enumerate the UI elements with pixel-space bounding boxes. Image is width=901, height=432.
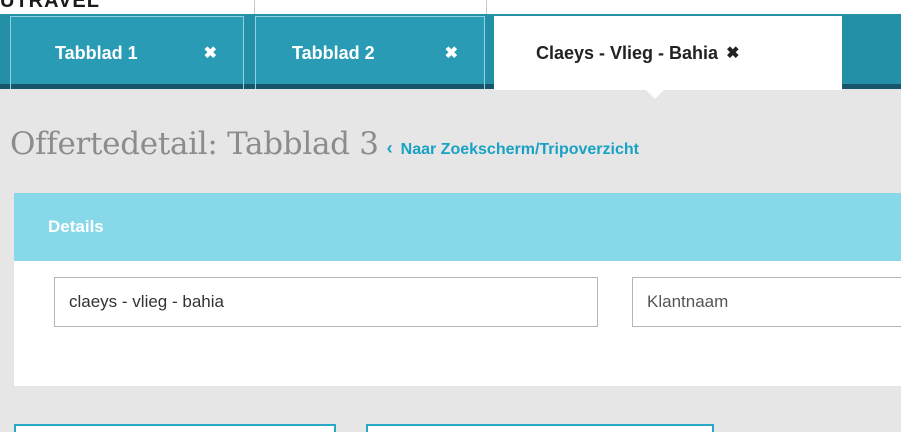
logo: UTRAVEL xyxy=(0,0,100,12)
tab-label: Claeys - Vlieg - Bahia xyxy=(536,42,719,63)
bottom-field-box[interactable] xyxy=(14,424,336,432)
back-link-label: Naar Zoekscherm/Tripoverzicht xyxy=(400,141,639,158)
bottom-field-box[interactable] xyxy=(366,424,714,432)
close-icon[interactable]: ✖ xyxy=(445,43,458,63)
tab-tabblad-1[interactable]: Tabblad 1 ✖ xyxy=(10,16,244,89)
page-heading: Offertedetail: Tabblad 3 ‹ Naar Zoeksche… xyxy=(10,126,639,162)
chevron-left-icon: ‹ xyxy=(386,138,393,158)
client-name-input[interactable] xyxy=(632,277,901,327)
top-header-strip: UTRAVEL xyxy=(0,0,901,14)
tab-label: Tabblad 2 xyxy=(292,42,375,63)
header-divider xyxy=(486,0,487,14)
tab-tabblad-2[interactable]: Tabblad 2 ✖ xyxy=(255,16,485,89)
details-body xyxy=(14,261,901,386)
details-panel: Details xyxy=(14,193,901,386)
tab-bar: Tabblad 1 ✖ Tabblad 2 ✖ Claeys - Vlieg -… xyxy=(0,14,901,99)
close-icon[interactable]: ✖ xyxy=(726,43,739,63)
page-title: Offertedetail: Tabblad 3 xyxy=(10,126,379,162)
close-icon[interactable]: ✖ xyxy=(204,43,217,63)
tab-claeys-vlieg-bahia[interactable]: Claeys - Vlieg - Bahia ✖ xyxy=(494,16,842,99)
tab-label: Tabblad 1 xyxy=(55,42,138,63)
offer-name-input[interactable] xyxy=(54,277,598,327)
tab-underline xyxy=(256,84,484,89)
header-divider xyxy=(254,0,255,14)
active-tab-pointer xyxy=(646,90,664,99)
tab-underline xyxy=(11,84,243,89)
back-to-search-link[interactable]: ‹ Naar Zoekscherm/Tripoverzicht xyxy=(387,138,639,159)
details-header: Details xyxy=(14,193,901,261)
